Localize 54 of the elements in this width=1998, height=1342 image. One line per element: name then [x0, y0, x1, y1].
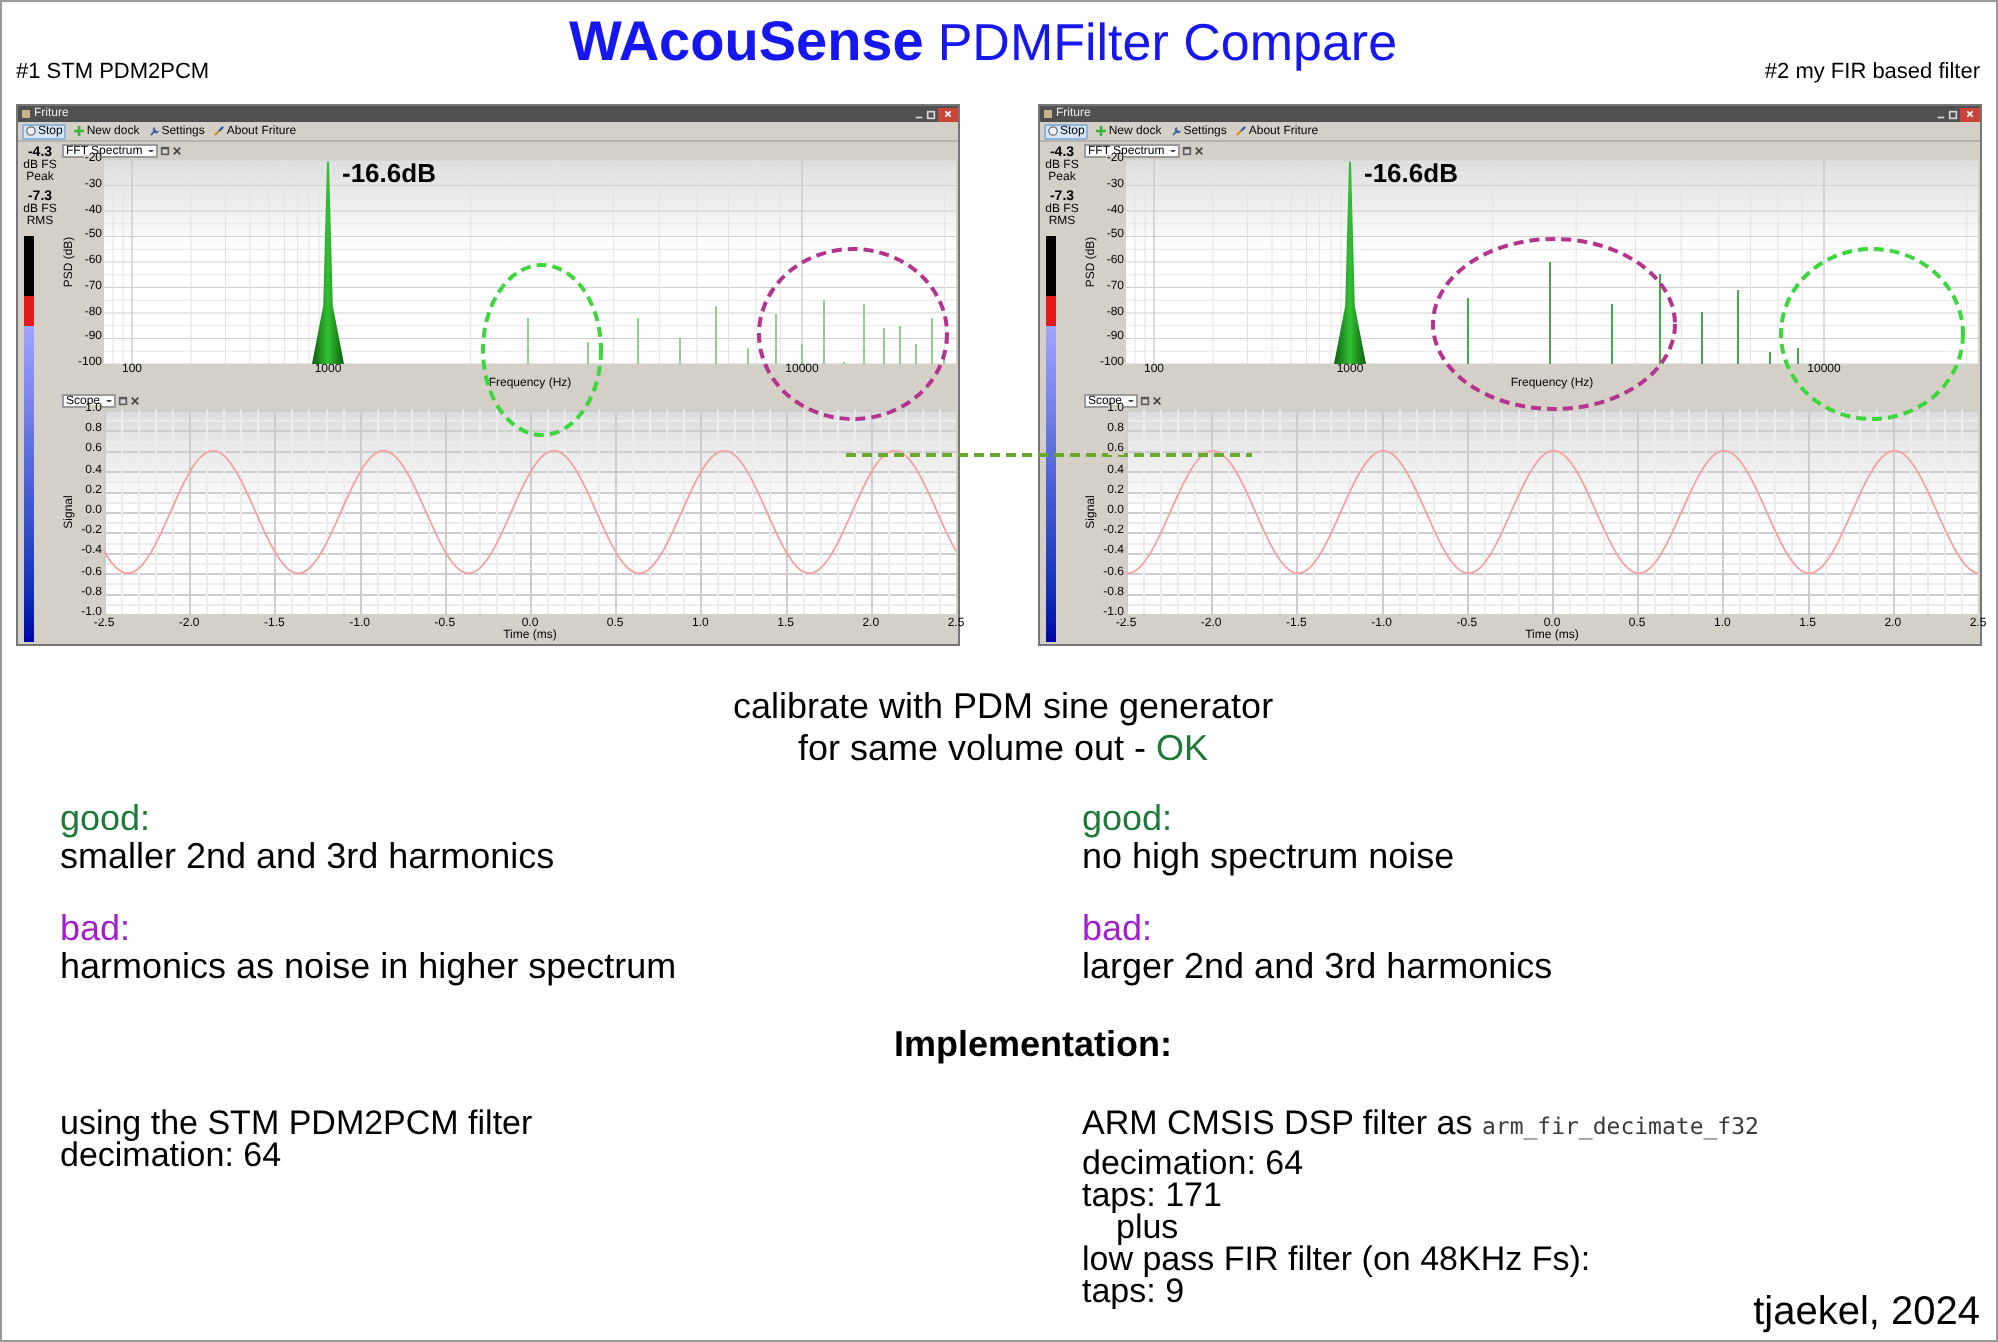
close-button[interactable] — [1960, 107, 1980, 121]
implementation-line: plus — [1116, 1212, 1179, 1244]
float-window-icon[interactable] — [118, 396, 129, 406]
caret-icon — [106, 399, 113, 403]
implementation-line: ARM CMSIS DSP filter as arm_fir_decimate_f32 — [1082, 1102, 1759, 1146]
caret-icon — [1128, 399, 1135, 403]
verdict-label: bad: — [60, 910, 131, 948]
implementation-line: decimation: 64 — [60, 1140, 282, 1172]
brush-icon — [1236, 126, 1247, 136]
close-icon[interactable] — [130, 396, 141, 406]
peak-level-label: -16.6dB — [1364, 158, 1458, 188]
close-icon[interactable] — [172, 146, 183, 156]
panel-caption: #2 my FIR based filter — [1764, 58, 1980, 86]
float-window-icon[interactable] — [1182, 146, 1193, 156]
maximize-icon[interactable] — [1948, 109, 1958, 119]
float-window-icon[interactable] — [160, 146, 171, 156]
close-icon[interactable] — [1152, 396, 1163, 406]
close-icon[interactable] — [1194, 146, 1205, 156]
circle-icon — [26, 126, 36, 136]
calibration-note: calibrate with PDM sine generator — [732, 686, 1274, 728]
caret-icon — [1170, 149, 1177, 153]
verdict-label: bad: — [1082, 910, 1153, 948]
maximize-icon[interactable] — [926, 109, 936, 119]
implementation-line: taps: 171 — [1082, 1180, 1222, 1212]
verdict-label: good: — [1082, 800, 1173, 838]
caret-icon — [148, 149, 155, 153]
panel-caption: #1 STM PDM2PCM — [16, 58, 210, 86]
app-icon — [1044, 110, 1052, 118]
close-icon — [1966, 110, 1974, 118]
verdict-text: no high spectrum noise — [1082, 838, 1455, 876]
implementation-line: using the STM PDM2PCM filter — [60, 1108, 533, 1140]
plus-icon — [1096, 126, 1107, 136]
page-subtitle: PDMFilter Compare — [937, 12, 1398, 72]
circle-icon — [1048, 126, 1058, 136]
brush-icon — [214, 126, 225, 136]
brand-title: WAcouSense — [568, 12, 924, 72]
verdict-label: good: — [60, 800, 151, 838]
author-signature: tjaekel, 2024 — [1753, 1290, 1980, 1334]
plus-icon — [74, 126, 85, 136]
wrench-icon — [1171, 126, 1182, 136]
app-icon — [22, 110, 30, 118]
wrench-icon — [149, 126, 160, 136]
peak-level-label: -16.6dB — [342, 158, 436, 188]
section-heading: Implementation: — [893, 1022, 1172, 1066]
float-window-icon[interactable] — [1140, 396, 1151, 406]
close-icon — [944, 110, 952, 118]
verdict-text: harmonics as noise in higher spectrum — [60, 948, 677, 986]
implementation-line: decimation: 64 — [1082, 1148, 1304, 1180]
calibration-note: for same volume out - OK — [797, 728, 1209, 770]
close-button[interactable] — [938, 107, 958, 121]
implementation-line: taps: 9 — [1082, 1276, 1185, 1308]
verdict-text: smaller 2nd and 3rd harmonics — [60, 838, 555, 876]
implementation-line: low pass FIR filter (on 48KHz Fs): — [1082, 1244, 1591, 1276]
verdict-text: larger 2nd and 3rd harmonics — [1082, 948, 1553, 986]
